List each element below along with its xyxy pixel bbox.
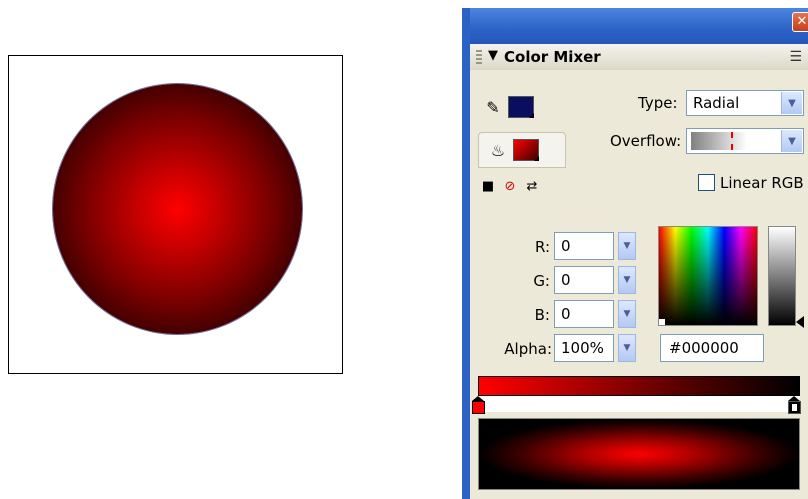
b-value: 0 — [561, 305, 571, 323]
gradient-stop-red[interactable] — [472, 396, 485, 414]
r-dropdown[interactable]: ▼ — [618, 232, 636, 260]
linear-rgb-checkbox[interactable] — [698, 174, 715, 191]
linear-rgb-label: Linear RGB — [720, 174, 804, 192]
r-value: 0 — [561, 237, 571, 255]
r-label: R: — [534, 238, 550, 256]
b-label: B: — [534, 306, 550, 324]
gradient-stop-track[interactable] — [478, 396, 800, 412]
gradient-preview — [478, 418, 800, 490]
gradient-definition-bar[interactable] — [478, 376, 800, 396]
panel-title: Color Mixer — [504, 48, 601, 66]
panel-options-icon[interactable]: ☰ — [789, 49, 802, 65]
panel-window-bar: ✕ — [462, 8, 808, 44]
g-dropdown[interactable]: ▼ — [618, 266, 636, 294]
b-input[interactable]: 0 — [554, 300, 614, 328]
hex-input[interactable]: #000000 — [660, 334, 764, 362]
type-label: Type: — [638, 94, 678, 112]
stroke-color-row: ✎ — [482, 96, 534, 118]
alpha-dropdown[interactable]: ▼ — [618, 334, 636, 362]
color-spectrum-field[interactable] — [658, 226, 758, 326]
overflow-label: Overflow: — [610, 132, 682, 150]
collapse-arrow-icon[interactable]: ▼ — [488, 48, 498, 63]
chevron-down-icon[interactable]: ▼ — [781, 130, 802, 152]
r-input[interactable]: 0 — [554, 232, 614, 260]
brightness-slider[interactable] — [768, 226, 796, 326]
mixer-body: ✎ ♨ ■ ⊘ ⇄ Type: Radial ▼ Overflow: ▼ Lin… — [470, 70, 808, 499]
b-dropdown[interactable]: ▼ — [618, 300, 636, 328]
overflow-marker — [731, 132, 733, 150]
stroke-color-swatch[interactable] — [508, 96, 534, 118]
alpha-label: Alpha: — [504, 340, 552, 358]
fill-color-swatch[interactable] — [513, 139, 539, 161]
type-select[interactable]: Radial ▼ — [686, 90, 804, 116]
black-white-icon[interactable]: ■ — [480, 178, 496, 194]
gradient-stop-black[interactable] — [788, 396, 801, 414]
color-tool-buttons: ■ ⊘ ⇄ — [480, 178, 540, 194]
overflow-select[interactable]: ▼ — [686, 128, 804, 154]
stage-preview — [8, 55, 343, 374]
brightness-slider-handle[interactable] — [796, 316, 804, 328]
chevron-down-icon[interactable]: ▼ — [781, 92, 802, 114]
color-mixer-panel: ✕ ▼ Color Mixer ☰ ✎ ♨ ■ ⊘ ⇄ Type: Radial… — [462, 8, 808, 499]
swap-colors-icon[interactable]: ⇄ — [524, 178, 540, 194]
fill-color-row: ♨ — [478, 132, 566, 168]
radial-gradient-circle[interactable] — [53, 84, 302, 334]
alpha-input[interactable]: 100% — [554, 334, 614, 362]
g-input[interactable]: 0 — [554, 266, 614, 294]
pencil-icon: ✎ — [486, 97, 500, 117]
drag-grip-icon[interactable] — [476, 50, 482, 64]
type-value: Radial — [693, 94, 740, 112]
panel-left-border — [462, 8, 470, 499]
no-color-icon[interactable]: ⊘ — [502, 178, 518, 194]
g-label: G: — [533, 272, 550, 290]
hex-value: #000000 — [669, 339, 739, 357]
overflow-preview — [691, 132, 747, 150]
close-button[interactable]: ✕ — [792, 12, 808, 32]
paint-bucket-icon: ♨ — [490, 140, 506, 160]
alpha-value: 100% — [561, 339, 604, 357]
panel-title-bar[interactable]: ▼ Color Mixer ☰ — [470, 44, 808, 71]
g-value: 0 — [561, 271, 571, 289]
color-field-cursor[interactable] — [659, 319, 665, 325]
